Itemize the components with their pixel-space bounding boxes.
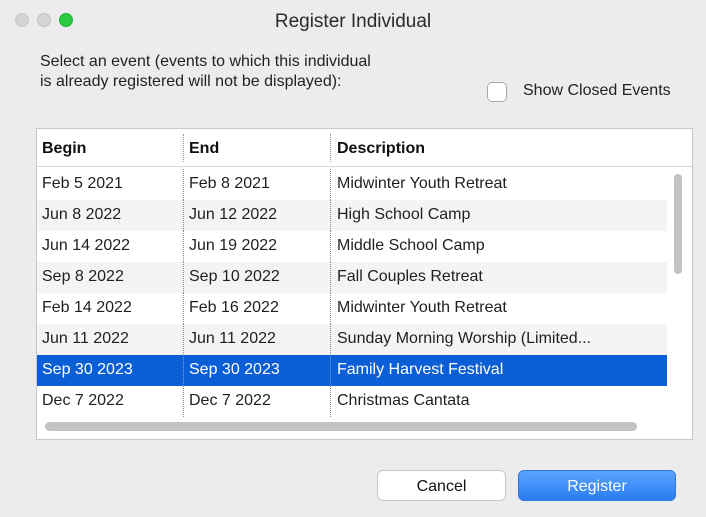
cell-end: Feb 16 2022 bbox=[189, 299, 279, 316]
column-divider bbox=[183, 386, 184, 417]
table-row[interactable]: Feb 14 2022 Feb 16 2022 Midwinter Youth … bbox=[37, 293, 667, 324]
cell-begin: Feb 14 2022 bbox=[42, 299, 132, 316]
cell-begin: Feb 5 2021 bbox=[42, 175, 123, 192]
column-divider bbox=[183, 293, 184, 324]
window-title: Register Individual bbox=[274, 11, 432, 32]
column-header-begin[interactable]: Begin bbox=[42, 140, 86, 158]
vertical-scrollbar-thumb[interactable] bbox=[674, 174, 682, 274]
title-bar: Register Individual bbox=[0, 0, 706, 40]
table-row-selected[interactable]: Sep 30 2023 Sep 30 2023 Family Harvest F… bbox=[37, 355, 667, 386]
column-header-end[interactable]: End bbox=[189, 140, 219, 158]
column-divider bbox=[183, 355, 184, 386]
cancel-button[interactable]: Cancel bbox=[377, 470, 506, 501]
column-divider bbox=[330, 386, 331, 417]
column-divider bbox=[183, 324, 184, 355]
events-table[interactable]: Begin End Description Feb 5 2021 Feb 8 2… bbox=[36, 128, 693, 440]
horizontal-scrollbar[interactable] bbox=[37, 415, 692, 439]
instruction-line-2: is already registered will not be displa… bbox=[40, 73, 342, 90]
cell-begin: Jun 14 2022 bbox=[42, 237, 131, 254]
cell-description: High School Camp bbox=[337, 206, 471, 223]
column-header-description[interactable]: Description bbox=[337, 140, 425, 158]
column-divider bbox=[330, 293, 331, 324]
cell-begin: Sep 8 2022 bbox=[42, 268, 124, 285]
cell-end: Jun 19 2022 bbox=[189, 237, 278, 254]
cell-description: Middle School Camp bbox=[337, 237, 485, 254]
column-divider bbox=[330, 200, 331, 231]
table-row[interactable]: Jun 14 2022 Jun 19 2022 Middle School Ca… bbox=[37, 231, 667, 262]
column-divider bbox=[183, 169, 184, 200]
column-divider bbox=[183, 200, 184, 231]
cell-begin: Sep 30 2023 bbox=[42, 361, 133, 378]
cell-description: Christmas Cantata bbox=[337, 392, 470, 409]
cell-end: Feb 8 2021 bbox=[189, 175, 270, 192]
cell-description: Midwinter Youth Retreat bbox=[337, 175, 507, 192]
show-closed-events-checkbox[interactable] bbox=[487, 82, 507, 102]
show-closed-events-label[interactable]: Show Closed Events bbox=[523, 82, 671, 100]
column-divider[interactable] bbox=[330, 134, 331, 162]
cell-begin: Jun 8 2022 bbox=[42, 206, 122, 223]
table-row[interactable]: Jun 8 2022 Jun 12 2022 High School Camp bbox=[37, 200, 667, 231]
table-row[interactable]: Sep 8 2022 Sep 10 2022 Fall Couples Retr… bbox=[37, 262, 667, 293]
column-divider bbox=[330, 169, 331, 200]
register-button[interactable]: Register bbox=[518, 470, 676, 501]
cell-description: Family Harvest Festival bbox=[337, 361, 504, 378]
column-divider[interactable] bbox=[183, 134, 184, 162]
cell-begin: Jun 11 2022 bbox=[42, 330, 129, 347]
cell-end: Jun 12 2022 bbox=[189, 206, 278, 223]
cell-description: Midwinter Youth Retreat bbox=[337, 299, 507, 316]
cell-end: Sep 10 2022 bbox=[189, 268, 280, 285]
table-row[interactable]: Dec 7 2022 Dec 7 2022 Christmas Cantata bbox=[37, 386, 667, 417]
cell-begin: Dec 7 2022 bbox=[42, 392, 124, 409]
cell-end: Jun 11 2022 bbox=[189, 330, 276, 347]
table-row[interactable]: Jun 11 2022 Jun 11 2022 Sunday Morning W… bbox=[37, 324, 667, 355]
register-individual-window: Register Individual Select an event (eve… bbox=[0, 0, 706, 517]
column-divider bbox=[183, 231, 184, 262]
column-divider bbox=[330, 231, 331, 262]
cell-end: Sep 30 2023 bbox=[189, 361, 280, 378]
column-divider bbox=[183, 262, 184, 293]
column-divider bbox=[330, 355, 331, 386]
cell-end: Dec 7 2022 bbox=[189, 392, 271, 409]
table-header: Begin End Description bbox=[37, 129, 692, 167]
instruction-text: Select an event (events to which this in… bbox=[40, 52, 480, 92]
instruction-line-1: Select an event (events to which this in… bbox=[40, 53, 371, 70]
column-divider bbox=[330, 324, 331, 355]
table-row[interactable]: Feb 5 2021 Feb 8 2021 Midwinter Youth Re… bbox=[37, 169, 667, 200]
horizontal-scrollbar-thumb[interactable] bbox=[45, 422, 637, 431]
cell-description: Sunday Morning Worship (Limited... bbox=[337, 330, 592, 347]
column-divider bbox=[330, 262, 331, 293]
cell-description: Fall Couples Retreat bbox=[337, 268, 483, 285]
